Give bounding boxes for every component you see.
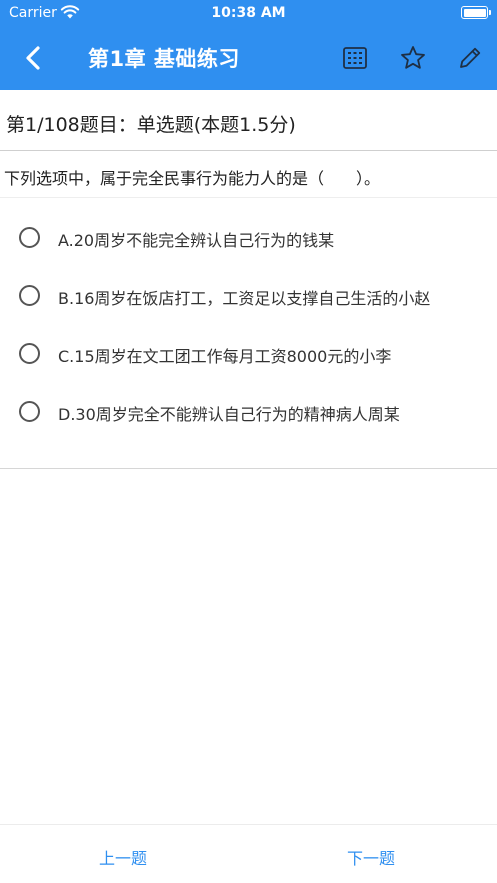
radio-unchecked-icon[interactable]: [19, 285, 40, 306]
option-a[interactable]: A.20周岁不能完全辨认自己行为的钱某: [0, 208, 497, 266]
bottom-toolbar: 上一题 下一题: [0, 824, 497, 883]
option-label: D.30周岁完全不能辨认自己行为的精神病人周某: [58, 405, 400, 424]
radio-unchecked-icon[interactable]: [19, 401, 40, 422]
option-label: C.15周岁在文工团工作每月工资8000元的小李: [58, 347, 392, 366]
option-list: A.20周岁不能完全辨认自己行为的钱某 B.16周岁在饭店打工，工资足以支撑自己…: [0, 208, 497, 440]
question-header: 第1/108题目：单选题(本题1.5分): [0, 90, 497, 151]
option-label: B.16周岁在饭店打工，工资足以支撑自己生活的小赵: [58, 289, 431, 308]
status-time: 10:38 AM: [211, 5, 286, 21]
pencil-icon[interactable]: [456, 44, 484, 72]
question-stem-text: 下列选项中，属于完全民事行为能力人的是（ ）。: [4, 169, 381, 188]
question-stem: 下列选项中，属于完全民事行为能力人的是（ ）。: [0, 152, 497, 198]
answer-sheet-grid-icon[interactable]: [341, 44, 369, 72]
option-d[interactable]: D.30周岁完全不能辨认自己行为的精神病人周某: [0, 382, 497, 440]
star-outline-icon[interactable]: [399, 44, 427, 72]
battery-icon: [461, 6, 491, 19]
option-c[interactable]: C.15周岁在文工团工作每月工资8000元的小李: [0, 324, 497, 382]
navigation-bar: 第1章 基础练习: [0, 26, 497, 90]
content-divider: [0, 468, 497, 469]
option-b[interactable]: B.16周岁在饭店打工，工资足以支撑自己生活的小赵: [0, 266, 497, 324]
previous-question-button[interactable]: 上一题: [99, 845, 147, 869]
option-label: A.20周岁不能完全辨认自己行为的钱某: [58, 231, 335, 250]
radio-unchecked-icon[interactable]: [19, 227, 40, 248]
radio-unchecked-icon[interactable]: [19, 343, 40, 364]
chevron-left-icon[interactable]: [20, 44, 48, 72]
question-info: 第1/108题目：单选题(本题1.5分): [6, 114, 296, 136]
page-title: 第1章 基础练习: [88, 47, 240, 71]
status-bar: Carrier 10:38 AM: [0, 0, 497, 26]
next-question-button[interactable]: 下一题: [347, 845, 395, 869]
